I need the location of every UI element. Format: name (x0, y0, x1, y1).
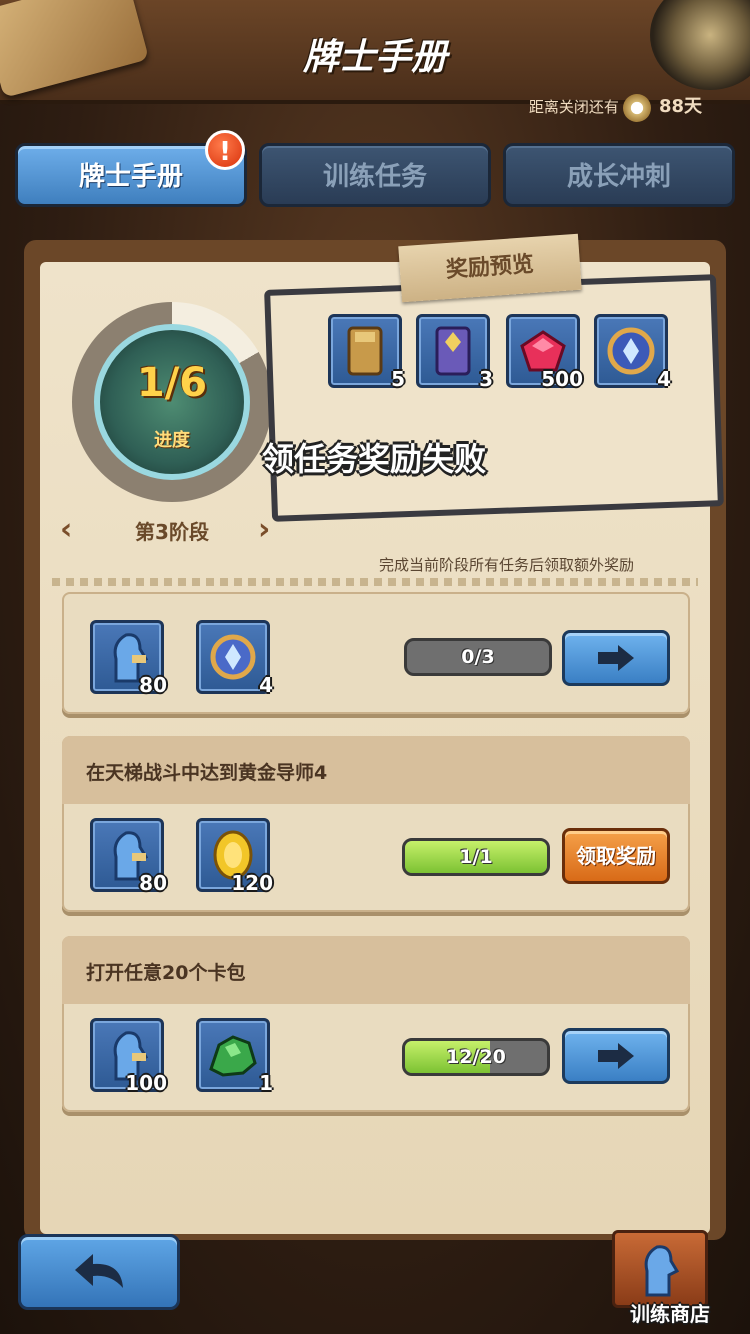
chevron-right-icon[interactable]: › (258, 512, 270, 547)
countdown: 距离关闭还有 88天 (529, 92, 702, 122)
reward-count: 4 (657, 367, 671, 391)
task-progress-bar: 12/20 (402, 1038, 550, 1076)
error-toast: 领任务奖励失败 (262, 440, 487, 478)
reward-count: 1 (259, 1071, 273, 1095)
training-shop-label[interactable]: 训练商店 (600, 1298, 740, 1327)
reward-item[interactable]: 4 (594, 314, 671, 391)
reward-count: 100 (125, 1071, 167, 1095)
task-reward[interactable]: 1 (196, 1018, 273, 1095)
reward-item[interactable]: 500 (506, 314, 583, 391)
task-reward[interactable]: 100 (90, 1018, 167, 1095)
countdown-label: 距离关闭还有 (528, 98, 619, 116)
back-arrow-icon (75, 1254, 123, 1288)
chevron-left-icon[interactable]: ‹ (60, 512, 72, 547)
task-title: 在天梯战斗中达到黄金导师4 (86, 762, 328, 784)
tab-growth-sprint[interactable]: 成长冲刺 (503, 143, 735, 207)
progress-label: 进度 (154, 430, 190, 451)
go-button[interactable] (562, 630, 670, 686)
reward-count: 500 (541, 367, 583, 391)
reward-count: 80 (139, 871, 167, 895)
bonus-hint: 完成当前阶段所有任务后领取额外奖励 (378, 556, 634, 574)
reward-count: 5 (391, 367, 405, 391)
tab-training-tasks[interactable]: 训练任务 (259, 143, 491, 207)
task-progress-text: 1/1 (459, 846, 493, 868)
purple-card-pack-icon (435, 326, 471, 376)
stage-label: 第3阶段 (135, 520, 209, 544)
task-progress-bar: 0/3 (404, 638, 552, 676)
task-reward[interactable]: 80 (90, 818, 167, 895)
clock-icon (622, 93, 651, 122)
claim-reward-button[interactable]: 领取奖励 (562, 828, 670, 884)
task-title: 打开任意20个卡包 (86, 962, 246, 984)
back-button[interactable] (18, 1234, 180, 1310)
reward-count: 80 (139, 673, 167, 697)
green-ore-icon (209, 1035, 257, 1077)
task-card: 在天梯战斗中达到黄金导师4 80 120 1/1 领取奖励 (62, 736, 690, 912)
reward-count: 120 (231, 871, 273, 895)
alert-icon: ! (205, 130, 245, 170)
reward-item[interactable]: 3 (416, 314, 493, 391)
go-button[interactable] (562, 1028, 670, 1084)
training-shop-button[interactable] (612, 1230, 708, 1308)
task-progress-text: 12/20 (446, 1046, 506, 1068)
task-reward[interactable]: 80 (90, 620, 167, 697)
reward-preview-box (264, 274, 724, 522)
page-title: 牌士手册 (302, 37, 447, 78)
task-reward[interactable]: 120 (196, 818, 273, 895)
reward-item[interactable]: 5 (328, 314, 405, 391)
countdown-days: 88天 (658, 96, 702, 117)
gold-card-pack-icon (347, 326, 383, 376)
crystal-orb-icon (210, 634, 256, 680)
task-card: 打开任意20个卡包 100 1 12/20 (62, 936, 690, 1112)
task-reward[interactable]: 4 (196, 620, 273, 697)
task-progress-text: 0/3 (461, 646, 495, 668)
trainer-shop-icon (644, 1245, 680, 1297)
task-progress-bar: 1/1 (402, 838, 550, 876)
task-card: 80 4 0/3 (62, 592, 690, 714)
arrow-right-icon (598, 645, 634, 671)
progress-value: 1/6 (136, 360, 208, 406)
crystal-orb-icon (607, 327, 655, 375)
divider (52, 578, 698, 586)
reward-count: 3 (479, 367, 493, 391)
reward-count: 4 (259, 673, 273, 697)
arrow-right-icon (598, 1043, 634, 1069)
